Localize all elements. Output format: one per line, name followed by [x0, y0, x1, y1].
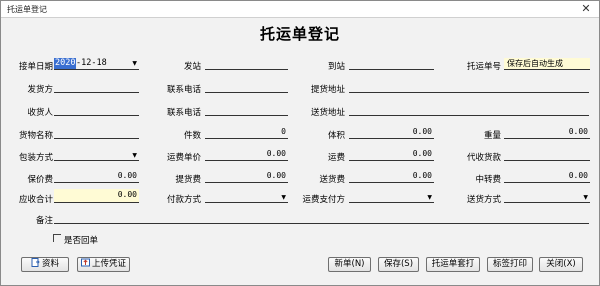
delivery-fee-value: 0.00 [412, 171, 432, 180]
date-rest: -12-18 [76, 58, 107, 68]
receiver-input[interactable] [54, 104, 139, 116]
volume-value: 0.00 [412, 127, 432, 136]
freight-value: 0.00 [412, 149, 432, 158]
receiver-phone-input[interactable] [205, 104, 288, 116]
freight-unit-price-value: 0.00 [266, 149, 286, 158]
cod-input[interactable] [504, 149, 590, 161]
waybill-window: 托运单登记 ✕ 托运单登记 接单日期 2020 -12-18 ▼ 发站 到站 托… [0, 0, 600, 286]
form-title: 托运单登记 [259, 25, 340, 43]
pickup-address-input[interactable] [349, 81, 589, 93]
receivable-total-value: 0.00 [117, 190, 137, 199]
freight-payer-label: 运费支付方 [302, 195, 345, 205]
insurance-input[interactable]: 0.00 [54, 171, 139, 183]
shipper-phone-input[interactable] [205, 81, 288, 93]
close-icon[interactable]: ✕ [579, 2, 593, 16]
waybill-no-label: 托运单号 [466, 62, 501, 72]
remark-label: 备注 [35, 216, 53, 226]
delivery-fee-input[interactable]: 0.00 [349, 171, 434, 183]
delivery-address-label: 送货地址 [310, 108, 345, 118]
pickup-address-label: 提货地址 [310, 85, 345, 95]
delivery-method-select[interactable]: ▼ [504, 191, 590, 203]
window-title: 托运单登记 [7, 5, 47, 14]
freight-payer-select[interactable]: ▼ [349, 191, 434, 203]
pickup-fee-value: 0.00 [266, 171, 286, 180]
save-button[interactable]: 保存(S) [378, 257, 419, 272]
document-icon [31, 258, 40, 267]
chevron-down-icon[interactable]: ▼ [132, 152, 137, 159]
volume-input[interactable]: 0.00 [349, 127, 434, 139]
attachments-label: 资料 [41, 259, 59, 269]
pieces-value: 0 [281, 127, 286, 136]
attachments-button[interactable]: 资料 [21, 257, 69, 272]
waybill-no-field: 保存后自动生成 [504, 58, 590, 70]
packing-select[interactable]: ▼ [54, 149, 139, 161]
close-button[interactable]: 关闭(X) [539, 257, 583, 272]
pieces-input[interactable]: 0 [205, 127, 288, 139]
pickup-fee-label: 提货费 [175, 175, 201, 185]
upload-voucher-button[interactable]: 上传凭证 [77, 257, 130, 272]
delivery-method-label: 送货方式 [466, 195, 501, 205]
volume-label: 体积 [327, 131, 345, 141]
insurance-label: 保价费 [27, 175, 53, 185]
print-waybill-button[interactable]: 托运单套打 [426, 257, 480, 272]
chevron-down-icon[interactable]: ▼ [281, 194, 286, 201]
packing-label: 包装方式 [18, 153, 53, 163]
to-station-input[interactable] [349, 58, 434, 70]
from-station-input[interactable] [205, 58, 288, 70]
receiver-label: 收货人 [27, 108, 53, 118]
chevron-down-icon[interactable]: ▼ [427, 194, 432, 201]
goods-name-label: 货物名称 [18, 131, 53, 141]
return-receipt-label: 是否回单 [64, 236, 99, 246]
pieces-label: 件数 [183, 131, 201, 141]
remark-input[interactable] [54, 212, 589, 224]
title-bar: 托运单登记 ✕ [1, 1, 599, 18]
date-label: 接单日期 [18, 62, 53, 72]
weight-value: 0.00 [568, 127, 588, 136]
delivery-address-input[interactable] [349, 104, 589, 116]
shipper-input[interactable] [54, 81, 139, 93]
insurance-value: 0.00 [117, 171, 137, 180]
upload-voucher-label: 上传凭证 [91, 259, 126, 269]
receivable-total-label: 应收合计 [18, 195, 53, 205]
upload-icon [80, 258, 90, 267]
weight-input[interactable]: 0.00 [504, 127, 590, 139]
delivery-fee-label: 送货费 [319, 175, 345, 185]
transfer-fee-value: 0.00 [568, 171, 588, 180]
freight-unit-price-label: 运费单价 [166, 153, 201, 163]
date-year-selected: 2020 [54, 58, 77, 69]
transfer-fee-input[interactable]: 0.00 [504, 171, 590, 183]
weight-label: 重量 [483, 131, 501, 141]
to-station-label: 到站 [327, 62, 345, 72]
shipper-label: 发货方 [27, 85, 53, 95]
payment-method-label: 付款方式 [166, 195, 201, 205]
receiver-phone-label: 联系电话 [166, 108, 201, 118]
goods-name-input[interactable] [54, 127, 139, 139]
chevron-down-icon[interactable]: ▼ [132, 60, 137, 67]
shipper-phone-label: 联系电话 [166, 85, 201, 95]
transfer-fee-label: 中转费 [475, 175, 501, 185]
receivable-total-field: 0.00 [54, 189, 139, 203]
pickup-fee-input[interactable]: 0.00 [205, 171, 288, 183]
freight-label: 运费 [327, 153, 345, 163]
freight-input[interactable]: 0.00 [349, 149, 434, 161]
freight-unit-price-input[interactable]: 0.00 [205, 149, 288, 161]
chevron-down-icon[interactable]: ▼ [583, 194, 588, 201]
print-label-button[interactable]: 标签打印 [487, 257, 533, 272]
return-receipt-checkbox[interactable] [53, 234, 61, 242]
from-station-label: 发站 [183, 62, 201, 72]
new-button[interactable]: 新单(N) [328, 257, 371, 272]
date-picker[interactable]: 2020 -12-18 ▼ [54, 58, 139, 70]
payment-method-select[interactable]: ▼ [205, 191, 288, 203]
cod-label: 代收货款 [466, 153, 501, 163]
